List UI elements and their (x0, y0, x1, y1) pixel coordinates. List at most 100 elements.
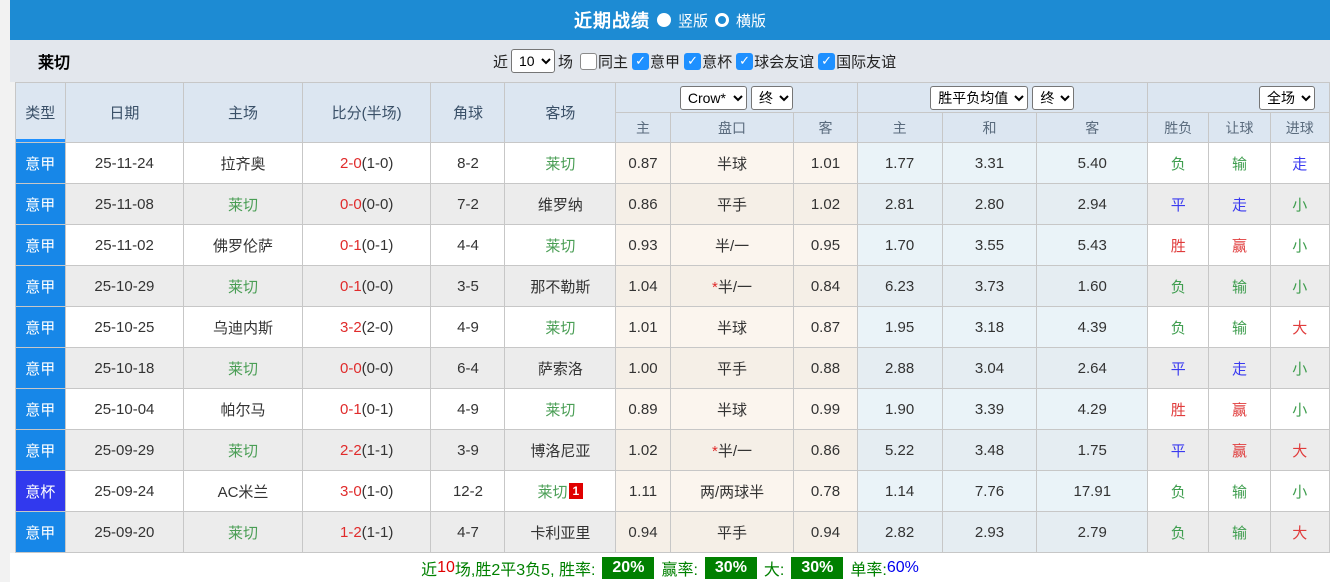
avg-time-select[interactable]: 终 (1032, 85, 1075, 110)
horizontal-layout-label[interactable]: 横版 (736, 10, 766, 31)
home-team-cell: 帕尔马 (183, 388, 303, 430)
date-cell: 25-09-20 (64, 511, 185, 553)
vertical-layout-label[interactable]: 竖版 (678, 10, 708, 31)
home-team-cell: 莱切 (183, 183, 303, 225)
avg-draw-cell: 2.80 (941, 183, 1038, 225)
table-row: 意甲 25-10-29 莱切 0-1(0-0) 3-5 那不勒斯 1.04 *半/一 0.84 6… (15, 265, 1330, 307)
halftime-score: (1-0) (361, 154, 394, 172)
away-odds-cell: 0.99 (793, 388, 858, 430)
header-corner: 角球 (430, 82, 506, 143)
fulltime-score: 1-2 (339, 523, 362, 541)
away-team-cell: 莱切 (504, 306, 617, 348)
result-cell: 胜 (1147, 388, 1210, 430)
avg-draw-cell: 3.48 (941, 429, 1038, 471)
summary-percentage-badge: 30% (704, 557, 757, 579)
home-odds-cell: 0.94 (615, 511, 671, 553)
team-name-cell-text: 莱切 (228, 196, 259, 214)
competition-type-cell: 意甲 (15, 142, 66, 184)
subheader-result: 胜负 (1147, 112, 1210, 143)
avg-home-cell: 6.23 (856, 265, 943, 307)
halftime-score: (0-0) (361, 277, 394, 295)
score-cell: 0-1(0-1) (301, 388, 432, 430)
halftime-score: (0-1) (361, 236, 394, 254)
header-date: 日期 (64, 82, 185, 143)
fulltime-score: 3-0 (339, 482, 362, 500)
score-cell: 1-2(1-1) (301, 511, 432, 553)
handicap-cell: 两/两球半 (669, 470, 795, 512)
away-team-cell: 那不勒斯 (504, 265, 617, 307)
date-cell: 25-10-25 (64, 306, 185, 348)
table-row: 意甲 25-09-20 莱切 1-2(1-1) 4-7 卡利亚里 0.94 平手 0.94 2.8… (15, 511, 1330, 553)
home-odds-cell: 0.86 (615, 183, 671, 225)
corner-cell: 3-9 (430, 429, 506, 471)
subheader-handicap: 盘口 (669, 112, 795, 143)
competition-type-cell: 意甲 (15, 265, 66, 307)
avg-away-cell: 2.64 (1036, 347, 1149, 389)
home-odds-cell: 1.01 (615, 306, 671, 348)
subheader-avg-home: 主 (856, 112, 943, 143)
team-name-cell-text: 那不勒斯 (530, 278, 591, 296)
horizontal-layout-radio[interactable] (715, 13, 729, 27)
team-name-cell-text: 卡利亚里 (530, 524, 591, 542)
corner-cell: 4-9 (430, 306, 506, 348)
games-suffix-label: 场 (558, 53, 574, 71)
fulltime-score: 0-0 (339, 359, 362, 377)
filter-checkboxes: 同主 ✓ 意甲 ✓ 意杯 ✓ 球会友谊 ✓ 国际友谊 (576, 51, 896, 72)
away-team-cell: 萨索洛 (504, 347, 617, 389)
team-name-cell-text: 莱切 (545, 155, 576, 173)
home-team-cell: 莱切 (183, 347, 303, 389)
header-score: 比分(半场) (301, 82, 432, 143)
result-cell: 胜 (1147, 224, 1210, 266)
avg-away-cell: 4.39 (1036, 306, 1149, 348)
vertical-layout-radio[interactable] (656, 13, 671, 27)
avg-draw-cell: 7.76 (941, 470, 1038, 512)
corner-cell: 4-9 (430, 388, 506, 430)
odds-source-select[interactable]: Crow* (679, 85, 747, 110)
home-team-cell: 乌迪内斯 (183, 306, 303, 348)
away-team-cell: 莱切 1 (504, 470, 617, 512)
away-team-cell: 莱切 (504, 388, 617, 430)
checkbox-checked[interactable]: ✓ (736, 52, 754, 70)
away-odds-cell: 0.88 (793, 347, 858, 389)
handicap-star: * (712, 442, 718, 460)
avg-away-cell: 17.91 (1036, 470, 1149, 512)
score-cell: 0-0(0-0) (301, 347, 432, 389)
games-count-select[interactable]: 10 (511, 49, 556, 73)
home-odds-cell: 0.89 (615, 388, 671, 430)
avg-draw-cell: 3.39 (941, 388, 1038, 430)
home-odds-cell: 0.87 (615, 142, 671, 184)
odds-time-select[interactable]: 终 (751, 85, 794, 110)
card-badge: 1 (568, 482, 584, 499)
handicap-result-cell: 输 (1208, 511, 1271, 553)
team-name: 莱切 (38, 55, 71, 72)
date-cell: 25-10-29 (64, 265, 185, 307)
scope-select[interactable]: 全场 (1259, 85, 1315, 110)
filter-bar: 莱切 近 10 场 同主 ✓ 意甲 ✓ 意杯 ✓ 球会友谊 ✓ 国际友谊 (10, 40, 1330, 82)
summary-text: 近 (421, 562, 438, 579)
table-row: 意甲 25-11-08 莱切 0-0(0-0) 7-2 维罗纳 0.86 平手 1.02 2.81… (15, 183, 1330, 225)
avg-source-select[interactable]: 胜平负均值 (930, 85, 1029, 110)
team-name-cell-text: 莱切 (228, 524, 259, 542)
checkbox-checked[interactable]: ✓ (818, 52, 836, 70)
avg-away-cell: 4.29 (1036, 388, 1149, 430)
goals-result-cell: 走 (1269, 142, 1330, 184)
summary-text: 场,胜2平3负5, 胜率: (454, 562, 596, 579)
subheader-odds-away: 客 (793, 112, 858, 143)
home-team-cell: AC米兰 (183, 470, 303, 512)
checkbox-unchecked[interactable] (580, 52, 598, 70)
table-row: 意甲 25-10-25 乌迪内斯 3-2(2-0) 4-9 莱切 1.01 半球 0.87 1.9… (15, 306, 1330, 348)
checkbox-checked[interactable]: ✓ (684, 52, 702, 70)
avg-draw-cell: 2.93 (941, 511, 1038, 553)
away-odds-cell: 0.95 (793, 224, 858, 266)
filter-controls: 近 10 场 同主 ✓ 意甲 ✓ 意杯 ✓ 球会友谊 ✓ 国际友谊 (493, 40, 896, 82)
goals-result-cell: 小 (1269, 388, 1330, 430)
avg-draw-cell: 3.31 (941, 142, 1038, 184)
corner-cell: 6-4 (430, 347, 506, 389)
checkbox-checked[interactable]: ✓ (632, 52, 650, 70)
competition-type-cell: 意甲 (15, 224, 66, 266)
avg-away-cell: 1.60 (1036, 265, 1149, 307)
score-cell: 0-1(0-0) (301, 265, 432, 307)
competition-type-cell: 意杯 (15, 470, 66, 512)
team-name-cell-text: 帕尔马 (220, 401, 266, 419)
fulltime-score: 2-2 (339, 441, 362, 459)
